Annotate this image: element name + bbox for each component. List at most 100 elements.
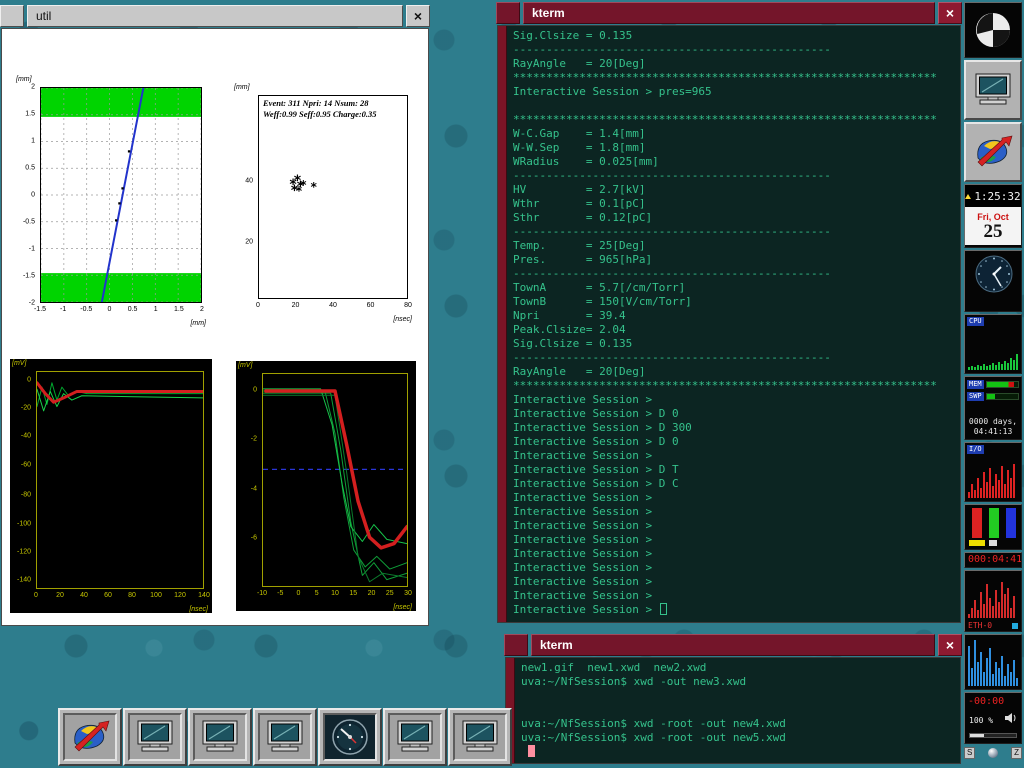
swap-bar: [985, 393, 1019, 400]
dock-digital-clock[interactable]: 1:25:32 Fri, Oct 25: [964, 184, 1022, 248]
tick-label: -1.5: [33, 306, 47, 313]
kterm-titlebar[interactable]: kterm ×: [504, 634, 962, 656]
terminal-screen[interactable]: new1.gif new1.xwd new2.xwd uva:~/NfSessio…: [515, 658, 960, 763]
tick-label: 40: [80, 592, 88, 599]
terminal-line: W-W.Sep = 1.8[mm]: [513, 141, 646, 154]
close-button[interactable]: ×: [938, 634, 962, 656]
io-graph: [968, 464, 1018, 498]
terminal-line: Interactive Session > D 300: [513, 421, 692, 434]
tick-label: -1: [60, 306, 67, 313]
tick-label: 0: [253, 386, 257, 394]
graph-bar: [983, 364, 985, 370]
terminal-line: uva:~/NfSession$ xwd -root -out new4.xwd: [521, 717, 786, 730]
terminal-line: Interactive Session >: [513, 449, 653, 462]
terminal-screen[interactable]: Sig.Clsize = 0.135 ----------------------…: [507, 26, 960, 622]
tick-label: 1: [153, 306, 158, 313]
graph-bar: [1004, 361, 1006, 370]
close-button[interactable]: ×: [406, 5, 430, 27]
tick-label: -5: [277, 590, 284, 597]
launcher-icon-well: [128, 713, 182, 761]
plot-marker: ▪: [114, 216, 118, 224]
terminal-line: Interactive Session >: [513, 491, 653, 504]
graph-bar: [977, 478, 979, 498]
tick-label: -20: [20, 404, 31, 412]
mixer-blue-bar[interactable]: [1006, 508, 1016, 538]
z-button[interactable]: Z: [1011, 747, 1022, 759]
mixer-green-bar[interactable]: [989, 508, 999, 538]
tick-label: 100: [150, 592, 162, 599]
tick-label: -2: [250, 435, 257, 443]
mixer-yellow-bar: [969, 540, 985, 546]
speaker-icon: [1004, 711, 1018, 729]
mixer-red-bar[interactable]: [972, 508, 982, 538]
launcher-monitor[interactable]: [448, 708, 512, 766]
graph-bar: [971, 608, 973, 618]
tick-label: 60: [366, 302, 375, 309]
tick-label: 2: [31, 83, 35, 91]
dock-launcher-terminal[interactable]: [964, 60, 1022, 120]
dock-logo[interactable]: [964, 2, 1022, 58]
graph-bar: [1004, 594, 1006, 618]
terminal-line: ****************************************…: [513, 379, 937, 392]
tick-label: 25: [385, 590, 394, 597]
mem-label: MEM: [967, 380, 984, 389]
terminal-cursor: [659, 603, 667, 615]
tick-label: 20: [291, 302, 300, 309]
dock-mixer[interactable]: [964, 504, 1022, 550]
terminal-line: ****************************************…: [513, 71, 937, 84]
dock-io-monitor[interactable]: I/O: [964, 442, 1022, 502]
tick-label: 0: [296, 590, 301, 597]
clock-date: 25: [983, 220, 1003, 242]
dock-launcher-paint[interactable]: [964, 122, 1022, 182]
terminal-scrollbar[interactable]: [498, 26, 507, 622]
dock-spectrum-analyzer[interactable]: [964, 634, 1022, 690]
dock-network-monitor[interactable]: ETH-0: [964, 570, 1022, 632]
close-button[interactable]: ×: [938, 2, 962, 24]
launcher-monitor[interactable]: [253, 708, 317, 766]
graph-bar: [1016, 354, 1018, 370]
tick-label: -120: [16, 548, 31, 556]
graph-bar: [1013, 596, 1015, 618]
graph-bar: [998, 602, 1000, 618]
graph-bar: [977, 662, 979, 686]
util-titlebar[interactable]: util ×: [0, 5, 430, 27]
tick-label: 5: [314, 590, 319, 597]
graph-bar: [968, 614, 970, 618]
launcher-monitor[interactable]: [123, 708, 187, 766]
tick-label: 20: [56, 592, 64, 599]
terminal-line: Interactive Session > D 0: [513, 407, 679, 420]
y-axis-unit: [mV]: [238, 362, 253, 369]
tick-label: -1: [28, 245, 35, 253]
tick-label: 40: [329, 302, 337, 309]
window-menu-button[interactable]: [504, 634, 528, 656]
launcher-icon-well: [388, 713, 442, 761]
player-progress[interactable]: [969, 733, 1017, 738]
tick-label: -100: [16, 520, 31, 528]
launcher-paint[interactable]: [58, 708, 122, 766]
dock-audio-player[interactable]: -00:00 100 %: [964, 692, 1022, 744]
dock-memory-monitor[interactable]: MEM SWP 0000 days, 04:41:13: [964, 376, 1022, 440]
terminal-line: Sig.Clsize = 0.135: [513, 337, 633, 350]
graph-bar: [971, 668, 973, 686]
volume-label: 100 %: [969, 715, 994, 725]
kterm-titlebar[interactable]: kterm ×: [496, 2, 962, 24]
graph-bar: [1007, 363, 1009, 370]
launcher-monitor[interactable]: [188, 708, 252, 766]
graph-bar: [989, 468, 991, 498]
close-icon: ×: [413, 8, 423, 24]
y-axis-unit: [mm]: [16, 76, 32, 83]
s-button[interactable]: S: [964, 747, 976, 759]
afterstep-logo-icon: [976, 13, 1010, 47]
plot-track-fit: [mm] 2 1.5 1 0.5 0 -0.5 -1 -1.5 -2 ▪ ▪ ▪ ▪ -1.5 -1 -0…: [14, 75, 210, 327]
window-menu-button[interactable]: [496, 2, 520, 24]
dock-analog-clock[interactable]: [964, 250, 1022, 312]
launcher-monitor[interactable]: [383, 708, 447, 766]
launcher-gauge[interactable]: [318, 708, 382, 766]
sphere-icon: [988, 748, 999, 758]
window-menu-button[interactable]: [0, 5, 24, 27]
graph-bar: [980, 366, 982, 370]
tick-label: 20: [367, 590, 376, 597]
dock-cpu-monitor[interactable]: CPU: [964, 314, 1022, 374]
graph-bar: [1016, 678, 1018, 686]
